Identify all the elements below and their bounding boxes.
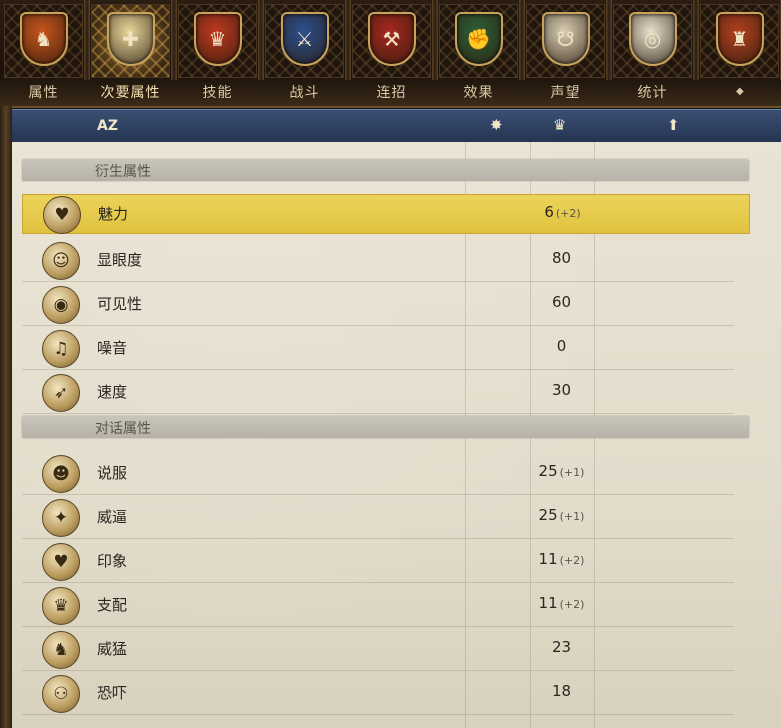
stat-row[interactable]: ♛ 支配 11 (+2)	[22, 583, 734, 627]
stat-modifier: (+1)	[559, 466, 585, 479]
coercion-icon: ✦	[42, 499, 80, 537]
stat-row[interactable]: ♞ 威猛 23	[22, 627, 734, 671]
tab-2[interactable]: ♛ 技能	[174, 0, 264, 106]
noose-shield-icon: ☋	[541, 12, 590, 66]
stat-value: 11 (+2)	[522, 550, 601, 568]
stat-modifier: (+2)	[559, 598, 585, 611]
stat-name: 支配	[97, 596, 128, 614]
tab-bar: ♞ 属性 ✚ 次要属性 ♛ 技能 ⚔ 战斗 ⚒ 连招 ✊ 效果 ☋ 声望 ◎ 统计 ♜	[0, 0, 781, 108]
tab-label: 技能	[202, 85, 233, 101]
stat-value-number: 11	[538, 594, 558, 612]
section-header: 对话属性	[22, 416, 749, 438]
stat-value-number: 0	[556, 337, 567, 355]
section-header: 衍生属性	[22, 159, 749, 181]
stat-row[interactable]: ♫ 噪音 0	[22, 326, 734, 370]
stat-value: 25 (+1)	[522, 462, 601, 480]
sort-header: AZ ✸ ♛ ⬆	[12, 109, 781, 144]
stat-value-number: 6	[544, 203, 554, 221]
tab-label: 声望	[550, 85, 581, 101]
impress-icon: ♥	[42, 543, 80, 581]
stat-value-number: 18	[551, 682, 572, 700]
stat-modifier: (+2)	[559, 554, 585, 567]
more-tabs-icon[interactable]: ◆	[736, 86, 744, 97]
tab-label: 统计	[637, 85, 668, 101]
tab-7[interactable]: ◎ 统计	[609, 0, 699, 106]
stat-value-number: 25	[538, 462, 558, 480]
stat-value-number: 60	[551, 293, 572, 311]
tab-label: 属性	[28, 85, 59, 101]
stat-value-number: 30	[551, 381, 572, 399]
stat-name: 显眼度	[97, 251, 143, 269]
stat-row[interactable]: ♥ 印象 11 (+2)	[22, 539, 734, 583]
stat-value: 60	[522, 293, 601, 311]
fist-shield-icon: ✊	[454, 12, 503, 66]
charm-icon: ♥	[43, 196, 81, 234]
helmet-shield-icon: ♜	[715, 12, 764, 66]
visibility-icon: ◉	[42, 286, 80, 324]
tab-label: 战斗	[289, 85, 320, 101]
tab-label: 效果	[463, 85, 494, 101]
stat-name: 可见性	[97, 295, 143, 313]
stat-name: 魅力	[98, 205, 129, 223]
stat-row[interactable]: ✦ 威逼 25 (+1)	[22, 495, 734, 539]
stat-row[interactable]: ➶ 速度 30	[22, 370, 734, 414]
stat-name: 噪音	[97, 339, 128, 357]
intimidation-icon: ♞	[42, 631, 80, 669]
stat-value: 18	[522, 682, 601, 700]
dominance-icon: ♛	[42, 587, 80, 625]
stat-name: 威逼	[97, 508, 128, 526]
stat-name: 威猛	[97, 640, 128, 658]
sort-alphabetical-icon[interactable]: AZ	[97, 116, 118, 134]
tab-label: 连招	[376, 85, 407, 101]
stat-value: 30	[522, 381, 601, 399]
stat-name: 说服	[97, 464, 128, 482]
section-title: 衍生属性	[95, 164, 151, 180]
stat-name: 恐吓	[97, 684, 128, 702]
stat-value: 11 (+2)	[522, 594, 601, 612]
cross-flowers-shield-icon: ✚	[106, 12, 155, 66]
stat-modifier: (+1)	[559, 510, 585, 523]
stat-value-number: 11	[538, 550, 558, 568]
jester-icon: ☺	[42, 242, 80, 280]
stat-value: 6 (+2)	[523, 203, 602, 221]
stat-value: 0	[522, 337, 601, 355]
left-frame	[0, 106, 12, 728]
star-icon[interactable]: ✸	[490, 116, 503, 134]
stat-value-number: 80	[551, 249, 572, 267]
stat-row[interactable]: ☺ 显眼度 80	[22, 238, 734, 282]
persuasion-icon: ☻	[42, 455, 80, 493]
tab-4[interactable]: ⚒ 连招	[348, 0, 438, 106]
stat-row[interactable]: ⚇ 恐吓 18	[22, 671, 734, 715]
stat-value: 25 (+1)	[522, 506, 601, 524]
stat-value-number: 25	[538, 506, 558, 524]
target-shield-icon: ◎	[628, 12, 677, 66]
tab-3[interactable]: ⚔ 战斗	[261, 0, 351, 106]
stat-row[interactable]: ♥ 魅力 6 (+2)	[22, 194, 750, 234]
tab-6[interactable]: ☋ 声望	[522, 0, 612, 106]
tab-1[interactable]: ✚ 次要属性	[87, 0, 177, 106]
speed-icon: ➶	[42, 374, 80, 412]
stat-row[interactable]: ◉ 可见性 60	[22, 282, 734, 326]
knight-shield-icon: ♞	[19, 12, 68, 66]
threaten-icon: ⚇	[42, 675, 80, 713]
stat-name: 印象	[97, 552, 128, 570]
stat-value: 80	[522, 249, 601, 267]
stat-name: 速度	[97, 383, 128, 401]
axe-shield-icon: ⚒	[367, 12, 416, 66]
stat-value-number: 23	[551, 638, 572, 656]
tab-0[interactable]: ♞ 属性	[0, 0, 90, 106]
stat-value: 23	[522, 638, 601, 656]
tab-label: 次要属性	[100, 85, 161, 101]
sword-shield-icon: ⚔	[280, 12, 329, 66]
tab-5[interactable]: ✊ 效果	[435, 0, 525, 106]
stat-modifier: (+2)	[555, 207, 581, 220]
lion-shield-icon: ♛	[193, 12, 242, 66]
crown-icon[interactable]: ♛	[553, 116, 566, 134]
stat-row[interactable]: ☻ 说服 25 (+1)	[22, 451, 734, 495]
arrow-up-icon[interactable]: ⬆	[667, 116, 680, 134]
noise-icon: ♫	[42, 330, 80, 368]
section-title: 对话属性	[95, 421, 151, 437]
